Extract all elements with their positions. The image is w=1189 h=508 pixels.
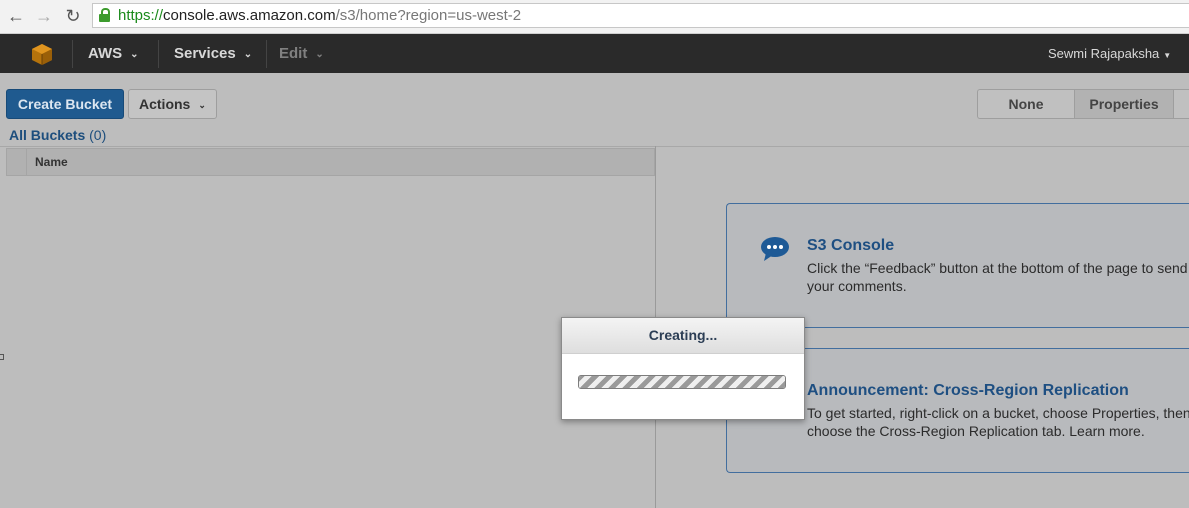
nav-separator (266, 40, 267, 68)
caret-down-icon: ▼ (1163, 51, 1172, 60)
resize-handle[interactable] (0, 354, 4, 360)
bucket-table-header: Name (6, 148, 655, 176)
chevron-down-icon: ⌄ (198, 100, 206, 110)
url-host: console.aws.amazon.com (163, 7, 336, 24)
create-bucket-button[interactable]: Create Bucket (6, 89, 124, 119)
back-arrow-icon[interactable]: ← (6, 6, 26, 26)
nav-separator (72, 40, 73, 68)
panel-text: Click the “Feedback” button at the botto… (807, 260, 1189, 294)
edit-menu-label: Edit (279, 45, 308, 62)
panel-title: Announcement: Cross-Region Replication (807, 382, 1129, 399)
chevron-down-icon: ⌄ (243, 49, 253, 60)
panel-text: To get started, right-click on a bucket,… (807, 405, 1189, 439)
lock-icon (99, 8, 110, 22)
s3-console-panel: S3 Console Click the “Feedback” button a… (726, 203, 1189, 328)
name-column-header[interactable]: Name (35, 155, 68, 169)
actions-dropdown[interactable]: Actions ⌄ (128, 89, 217, 119)
panel-title: S3 Console (807, 237, 895, 254)
progress-fill (579, 376, 785, 388)
reload-icon[interactable]: ↻ (63, 6, 83, 26)
creating-dialog: Creating... (561, 317, 805, 420)
nav-separator (158, 40, 159, 68)
address-bar[interactable]: https://console.aws.amazon.com/s3/home?r… (92, 3, 1189, 28)
aws-menu[interactable]: AWS ⌄ (88, 34, 139, 73)
dialog-title: Creating... (562, 318, 804, 354)
speech-bubble-icon (761, 237, 789, 261)
browser-toolbar: ← → ↻ https://console.aws.amazon.com/s3/… (0, 0, 1189, 34)
user-name: Sewmi Rajapaksha (1048, 46, 1160, 61)
actions-label: Actions (139, 96, 191, 112)
services-menu-label: Services (174, 45, 236, 62)
edit-menu[interactable]: Edit ⌄ (279, 34, 324, 73)
url-path: /s3/home?region=us-west-2 (335, 7, 522, 24)
services-menu[interactable]: Services ⌄ (174, 34, 252, 73)
view-properties-button[interactable]: Properties (1074, 90, 1174, 118)
view-toggle: None Properties (977, 89, 1189, 119)
bucket-count: (0) (89, 127, 107, 143)
view-none-button[interactable]: None (978, 90, 1074, 118)
url-protocol: https:// (118, 7, 164, 24)
divider (0, 146, 1189, 147)
all-buckets-label: All Buckets (9, 127, 86, 143)
select-column-header[interactable] (7, 149, 27, 175)
aws-cube-logo-icon[interactable] (30, 42, 54, 66)
chevron-down-icon: ⌄ (130, 49, 139, 60)
all-buckets-breadcrumb[interactable]: All Buckets (0) (9, 127, 106, 143)
aws-menu-label: AWS (88, 45, 123, 62)
user-menu[interactable]: Sewmi Rajapaksha ▼ (1048, 34, 1171, 73)
aws-nav-bar: AWS ⌄ Services ⌄ Edit ⌄ Sewmi Rajapaksha ▼ (0, 34, 1189, 73)
url-text: https://console.aws.amazon.com/s3/home?r… (118, 4, 521, 27)
chevron-down-icon: ⌄ (315, 49, 324, 60)
forward-arrow-icon[interactable]: → (34, 6, 54, 26)
progress-bar (578, 375, 786, 389)
